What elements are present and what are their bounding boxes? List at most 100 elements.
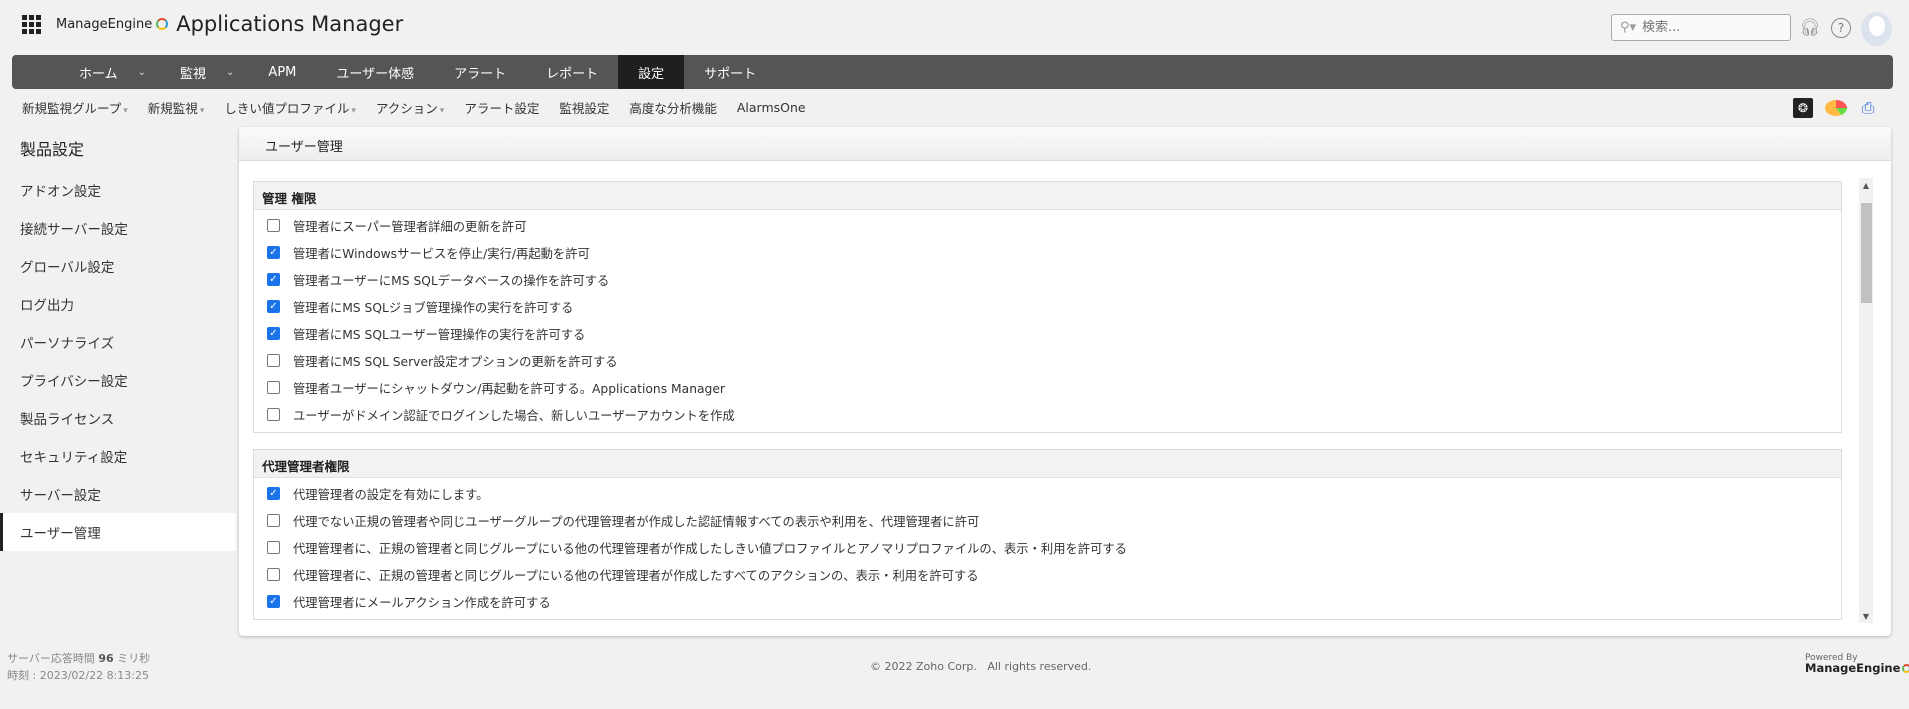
permission-checkbox[interactable] bbox=[267, 568, 280, 581]
section-rows: ✓ 代理管理者の設定を有効にします。代理でない正規の管理者や同じユーザーグループの… bbox=[254, 478, 1841, 619]
user-management-panel: ユーザー管理 管理 権限 管理者にスーパー管理者詳細の更新を許可 ✓ 管理者にWind… bbox=[239, 127, 1891, 636]
subnav-item-5[interactable]: 監視設定 bbox=[559, 98, 609, 117]
subnav-item-1[interactable]: 新規監視 ▾ bbox=[148, 98, 205, 117]
pie-chart-icon[interactable] bbox=[1825, 100, 1847, 116]
permission-row[interactable]: 代理でない正規の管理者や同じユーザーグループの代理管理者が作成した認証情報すべて… bbox=[254, 507, 1841, 534]
nav-item-1[interactable]: 監視 bbox=[160, 55, 226, 89]
permission-row[interactable]: ✓ 代理管理者の設定を有効にします。 bbox=[254, 480, 1841, 507]
permission-checkbox[interactable] bbox=[267, 354, 280, 367]
permission-row[interactable]: ✓ 代理管理者にメールアクション作成を許可する bbox=[254, 588, 1841, 615]
app-title: Applications Manager bbox=[176, 12, 404, 36]
permission-row[interactable]: ✓ 管理者にMS SQLユーザー管理操作の実行を許可する bbox=[254, 320, 1841, 347]
sidebar-item-6[interactable]: 製品ライセンス bbox=[0, 399, 236, 437]
permission-label: 代理管理者にメールアクション作成を許可する bbox=[293, 595, 551, 610]
scroll-down-icon[interactable]: ▼ bbox=[1859, 609, 1873, 623]
search-icon[interactable]: ⚲▾ bbox=[1620, 20, 1636, 35]
subnav-item-4[interactable]: アラート設定 bbox=[464, 98, 539, 117]
permission-checkbox[interactable]: ✓ bbox=[267, 246, 280, 259]
permission-row[interactable]: 管理者にスーパー管理者詳細の更新を許可 bbox=[254, 212, 1841, 239]
chevron-down-icon[interactable]: ⌄ bbox=[226, 55, 248, 89]
subnav-item-label: アラート設定 bbox=[464, 100, 540, 116]
permission-row[interactable]: 管理者にMS SQL Server設定オプションの更新を許可する bbox=[254, 347, 1841, 374]
response-value: 96 bbox=[98, 652, 114, 665]
subnav-item-7[interactable]: AlarmsOne bbox=[737, 100, 806, 115]
sidebar: 製品設定 アドオン設定 接続サーバー設定 グローバル設定 ログ出力 パーソナライズ プライ… bbox=[0, 127, 236, 551]
search-input[interactable] bbox=[1642, 20, 1783, 35]
subnav-item-label: 監視設定 bbox=[559, 100, 610, 116]
permission-label: 管理者ユーザーにMS SQLデータベースの操作を許可する bbox=[293, 273, 610, 288]
aperture-icon[interactable]: ❂ bbox=[1793, 98, 1813, 118]
permission-checkbox[interactable] bbox=[267, 514, 280, 527]
caret-down-icon: ▾ bbox=[439, 105, 445, 116]
sidebar-item-0[interactable]: アドオン設定 bbox=[0, 171, 236, 209]
permission-checkbox[interactable] bbox=[267, 381, 280, 394]
nav-item-3[interactable]: ユーザー体感 bbox=[316, 55, 434, 89]
sub-nav: 新規監視グループ ▾ 新規監視 ▾ しきい値プロファイル ▾ アクション ▾ アラート設定 監視設… bbox=[22, 97, 806, 117]
print-icon[interactable]: ⎙ bbox=[1859, 98, 1877, 117]
scrollbar[interactable]: ▲ ▼ bbox=[1859, 178, 1873, 623]
search-box[interactable]: ⚲▾ bbox=[1611, 14, 1791, 41]
permission-row[interactable]: 代理管理者に、正規の管理者と同じグループにいる他の代理管理者が作成したすべてのア… bbox=[254, 561, 1841, 588]
subnav-item-0[interactable]: 新規監視グループ ▾ bbox=[22, 98, 128, 117]
nav-item-5[interactable]: レポート bbox=[526, 55, 618, 89]
scroll-thumb[interactable] bbox=[1861, 203, 1872, 303]
sidebar-item-2[interactable]: グローバル設定 bbox=[0, 247, 236, 285]
sidebar-item-1[interactable]: 接続サーバー設定 bbox=[0, 209, 236, 247]
permission-row[interactable]: 代理管理者に、正規の管理者と同じグループにいる他の代理管理者が作成したしきい値プ… bbox=[254, 534, 1841, 561]
subnav-item-2[interactable]: しきい値プロファイル ▾ bbox=[224, 98, 356, 117]
subnav-item-label: しきい値プロファイル bbox=[224, 100, 350, 116]
permission-checkbox[interactable] bbox=[267, 219, 280, 232]
panel-content: 管理 権限 管理者にスーパー管理者詳細の更新を許可 ✓ 管理者にWindowsサービス… bbox=[253, 181, 1842, 635]
permission-checkbox[interactable]: ✓ bbox=[267, 327, 280, 340]
subnav-item-6[interactable]: 高度な分析機能 bbox=[629, 98, 717, 117]
permission-checkbox[interactable]: ✓ bbox=[267, 595, 280, 608]
server-time: 時刻 : 2023/02/22 8:13:25 bbox=[7, 669, 150, 682]
permission-label: 代理管理者に、正規の管理者と同じグループにいる他の代理管理者が作成したしきい値プ… bbox=[293, 541, 1127, 556]
permission-row[interactable]: ✓ 管理者ユーザーにMS SQLデータベースの操作を許可する bbox=[254, 266, 1841, 293]
brand-name: ManageEngine bbox=[56, 16, 153, 32]
permission-row[interactable]: ユーザーがドメイン認証でログインした場合、新しいユーザーアカウントを作成 bbox=[254, 401, 1841, 428]
logo[interactable]: ManageEngine Applications Manager bbox=[56, 12, 403, 36]
avatar[interactable] bbox=[1861, 12, 1892, 46]
permission-row[interactable]: 管理者ユーザーにシャットダウン/再起動を許可する。Applications Ma… bbox=[254, 374, 1841, 401]
permission-row[interactable]: ✓ 管理者にMS SQLジョブ管理操作の実行を許可する bbox=[254, 293, 1841, 320]
nav-item-0[interactable]: ホーム bbox=[59, 55, 138, 89]
sidebar-item-9[interactable]: ユーザー管理 bbox=[0, 513, 236, 551]
permission-label: 代理でない正規の管理者や同じユーザーグループの代理管理者が作成した認証情報すべて… bbox=[293, 514, 980, 529]
main-nav: ホーム ⌄ 監視 ⌄ APM ユーザー体感 アラート レポート 設定 サポート bbox=[12, 55, 1893, 89]
nav-item-4[interactable]: アラート bbox=[434, 55, 526, 89]
permission-label: 代理管理者の設定を有効にします。 bbox=[293, 487, 489, 502]
nav-item-7[interactable]: サポート bbox=[684, 55, 776, 89]
apps-grid-icon[interactable] bbox=[22, 15, 41, 34]
permission-checkbox[interactable]: ✓ bbox=[267, 300, 280, 313]
help-icon[interactable]: ? bbox=[1831, 18, 1851, 38]
permission-checkbox[interactable] bbox=[267, 408, 280, 421]
chevron-down-icon[interactable]: ⌄ bbox=[138, 55, 160, 89]
support-headset-icon[interactable]: 🎧︎ bbox=[1799, 17, 1821, 39]
permission-checkbox[interactable] bbox=[267, 541, 280, 554]
server-status: サーバー応答時間 96 ミリ秒 時刻 : 2023/02/22 8:13:25 bbox=[7, 650, 150, 684]
permission-checkbox[interactable]: ✓ bbox=[267, 487, 280, 500]
subnav-item-label: 高度な分析機能 bbox=[629, 100, 717, 116]
sidebar-item-3[interactable]: ログ出力 bbox=[0, 285, 236, 323]
subnav-item-3[interactable]: アクション ▾ bbox=[376, 98, 444, 117]
permission-row[interactable]: ✓ 管理者にWindowsサービスを停止/実行/再起動を許可 bbox=[254, 239, 1841, 266]
permission-checkbox[interactable]: ✓ bbox=[267, 273, 280, 286]
caret-down-icon: ▾ bbox=[199, 105, 205, 116]
section-rows: 管理者にスーパー管理者詳細の更新を許可 ✓ 管理者にWindowsサービスを停止/実… bbox=[254, 210, 1841, 432]
sidebar-item-4[interactable]: パーソナライズ bbox=[0, 323, 236, 361]
sidebar-item-5[interactable]: プライバシー設定 bbox=[0, 361, 236, 399]
permission-label: 管理者にMS SQL Server設定オプションの更新を許可する bbox=[293, 354, 618, 369]
sidebar-item-7[interactable]: セキュリティ設定 bbox=[0, 437, 236, 475]
sidebar-item-8[interactable]: サーバー設定 bbox=[0, 475, 236, 513]
powered-by-logo[interactable]: Powered By ManageEngine bbox=[1805, 653, 1909, 675]
powered-brand: ManageEngine bbox=[1805, 661, 1901, 675]
section-title: 管理 権限 bbox=[254, 182, 1841, 210]
nav-item-2[interactable]: APM bbox=[248, 55, 316, 89]
scroll-up-icon[interactable]: ▲ bbox=[1859, 178, 1873, 192]
sidebar-title: 製品設定 bbox=[20, 140, 85, 159]
nav-item-6[interactable]: 設定 bbox=[618, 55, 685, 89]
subnav-item-label: アクション bbox=[375, 100, 438, 116]
permission-label: 管理者ユーザーにシャットダウン/再起動を許可する。Applications Ma… bbox=[293, 381, 725, 396]
permission-label: ユーザーがドメイン認証でログインした場合、新しいユーザーアカウントを作成 bbox=[293, 408, 735, 423]
